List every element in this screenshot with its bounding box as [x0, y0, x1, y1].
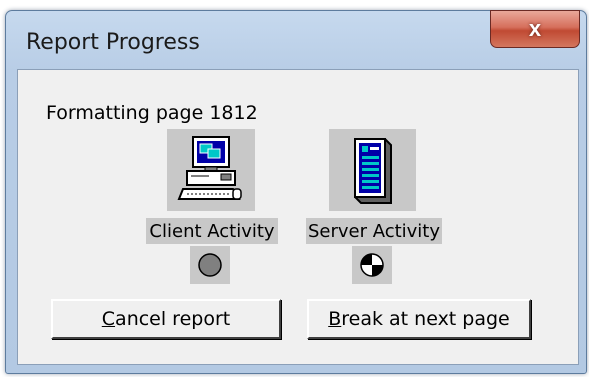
- client-activity-indicator: [190, 246, 230, 284]
- server-activity-label: Server Activity: [306, 218, 442, 244]
- cancel-mnemonic: C: [101, 308, 116, 330]
- cancel-label-rest: ancel report: [115, 308, 231, 330]
- client-activity-icon-box: [167, 129, 255, 211]
- break-label-rest: reak at next page: [341, 308, 510, 330]
- server-activity-indicator: [352, 246, 392, 284]
- break-mnemonic: B: [328, 308, 342, 330]
- break-at-next-page-button[interactable]: Break at next page: [307, 299, 531, 339]
- server-activity-icon-box: [329, 129, 416, 211]
- close-icon: x: [528, 16, 542, 41]
- report-progress-window: Report Progress x Formatting page 1812 C…: [5, 10, 587, 374]
- title-bar[interactable]: Report Progress x: [6, 10, 586, 61]
- server-icon: [354, 138, 392, 204]
- window-title: Report Progress: [26, 30, 200, 55]
- busy-quarters-circle-icon: [360, 253, 384, 277]
- cancel-report-button[interactable]: Cancel report: [51, 299, 281, 339]
- dialog-body: Formatting page 1812 Client Activity Ser…: [17, 69, 579, 365]
- client-activity-label: Client Activity: [146, 218, 278, 244]
- progress-status-text: Formatting page 1812: [46, 102, 258, 124]
- close-button[interactable]: x: [490, 10, 580, 48]
- computer-icon: [177, 136, 242, 200]
- idle-circle-icon: [198, 253, 222, 277]
